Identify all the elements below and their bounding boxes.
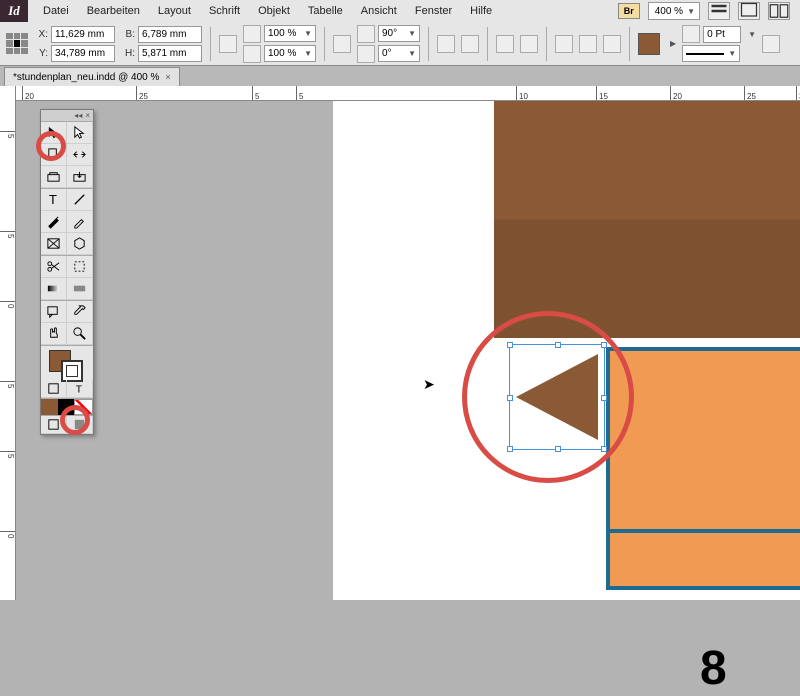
content-placer-tool[interactable] [67, 166, 93, 188]
flip-v-icon[interactable] [461, 35, 479, 53]
app-bar: Id Datei Bearbeiten Layout Schrift Objek… [0, 0, 800, 22]
formatting-container-icon[interactable] [41, 380, 67, 398]
select-content-icon[interactable] [520, 35, 538, 53]
x-input[interactable]: 11,629 mm [51, 26, 115, 43]
zoom-combo[interactable]: 400 %▼ [648, 2, 700, 20]
pencil-tool[interactable] [67, 211, 93, 233]
bridge-button[interactable]: Br [618, 3, 640, 19]
wrap-icon[interactable] [579, 35, 597, 53]
scale-x-input[interactable]: 100 %▼ [264, 25, 316, 42]
scale-y-icon [243, 45, 261, 63]
control-bar: X:11,629 mm Y:34,789 mm B:6,789 mm H:5,8… [0, 22, 800, 66]
gradient-feather-tool[interactable] [67, 278, 93, 300]
width-input[interactable]: 6,789 mm [138, 26, 202, 43]
main-menu: Datei Bearbeiten Layout Schrift Objekt T… [28, 0, 618, 22]
scissors-tool[interactable] [41, 256, 67, 278]
note-tool[interactable] [41, 301, 67, 323]
stroke-icon [682, 25, 700, 43]
zoom-tool[interactable] [67, 323, 93, 345]
menu-layout[interactable]: Layout [149, 5, 200, 17]
scale-x-icon [243, 25, 261, 43]
tools-header[interactable]: ◂◂× [41, 110, 93, 122]
tab-title: *stundenplan_neu.indd @ 400 % [13, 72, 159, 83]
panel-menu-icon[interactable] [762, 35, 780, 53]
flip-h-icon[interactable] [437, 35, 455, 53]
menu-objekt[interactable]: Objekt [249, 5, 299, 17]
gradient-swatch-tool[interactable] [41, 278, 67, 300]
rotate-icon[interactable] [333, 35, 351, 53]
type-tool[interactable]: T [41, 189, 67, 211]
chevron-right-icon[interactable]: ▶ [670, 39, 676, 48]
menu-right: Br 400 %▼ [618, 0, 800, 22]
chevron-down-icon: ▼ [687, 7, 695, 16]
angle-icon [357, 25, 375, 43]
canvas-orange-frame[interactable] [606, 347, 800, 590]
formatting-text-icon[interactable]: T [67, 380, 93, 398]
free-transform-tool[interactable] [67, 256, 93, 278]
rectangle-tool[interactable] [67, 233, 93, 255]
canvas-brown-rect[interactable] [494, 101, 800, 338]
close-icon[interactable]: × [85, 111, 90, 120]
content-collector-tool[interactable] [41, 166, 67, 188]
shear-input[interactable]: 0°▼ [378, 45, 420, 62]
stroke-weight-input[interactable]: 0 Pt [703, 26, 741, 43]
app-logo: Id [0, 0, 28, 22]
menu-ansicht[interactable]: Ansicht [352, 5, 406, 17]
reference-point-grid[interactable] [6, 33, 28, 55]
rotation-input[interactable]: 90°▼ [378, 25, 420, 42]
corner-icon[interactable] [603, 35, 621, 53]
document-tab[interactable]: *stundenplan_neu.indd @ 400 % × [4, 67, 180, 86]
menu-hilfe[interactable]: Hilfe [461, 5, 501, 17]
ruler-origin[interactable] [0, 86, 16, 101]
stroke-color-icon[interactable] [61, 360, 83, 382]
eyedropper-tool[interactable] [67, 301, 93, 323]
menu-fenster[interactable]: Fenster [406, 5, 461, 17]
direct-selection-tool[interactable] [67, 122, 93, 144]
rectangle-frame-tool[interactable] [41, 233, 67, 255]
constrain-icon[interactable] [219, 35, 237, 53]
view-options-button[interactable] [708, 2, 730, 20]
cursor-icon: ➤ [423, 376, 435, 393]
hand-tool[interactable] [41, 323, 67, 345]
menu-schrift[interactable]: Schrift [200, 5, 249, 17]
line-tool[interactable] [67, 189, 93, 211]
menu-tabelle[interactable]: Tabelle [299, 5, 352, 17]
document-tab-bar: *stundenplan_neu.indd @ 400 % × [0, 66, 800, 86]
gap-tool[interactable] [67, 144, 93, 166]
stroke-style-combo[interactable]: ▼ [682, 45, 740, 62]
vertical-ruler[interactable]: 5 5 0 5 5 0 [0, 101, 16, 600]
annotation-circle [462, 311, 634, 483]
canvas-text[interactable]: 8 [700, 641, 727, 696]
work-area: 5 5 0 5 5 0 8 ➤ ◂◂× T [0, 101, 800, 600]
select-container-icon[interactable] [496, 35, 514, 53]
height-input[interactable]: 5,871 mm [138, 45, 202, 62]
annotation-circle-small [36, 131, 66, 161]
fill-stroke-proxy[interactable] [41, 346, 93, 380]
close-icon[interactable]: × [165, 72, 170, 82]
shear-icon [357, 45, 375, 63]
pen-tool[interactable] [41, 211, 67, 233]
y-input[interactable]: 34,789 mm [51, 45, 115, 62]
svg-text:T: T [76, 384, 83, 395]
fx-icon[interactable] [555, 35, 573, 53]
arrange-button[interactable] [768, 2, 790, 20]
menu-datei[interactable]: Datei [34, 5, 78, 17]
screen-mode-button[interactable] [738, 2, 760, 20]
scale-y-input[interactable]: 100 %▼ [264, 45, 316, 62]
horizontal-ruler[interactable]: 20 25 5 5 10 15 20 25 30 [0, 86, 800, 101]
annotation-circle-small [60, 405, 90, 435]
menu-bearbeiten[interactable]: Bearbeiten [78, 5, 149, 17]
svg-text:T: T [49, 192, 57, 207]
fill-swatch[interactable] [638, 33, 660, 55]
collapse-icon[interactable]: ◂◂ [74, 111, 82, 120]
